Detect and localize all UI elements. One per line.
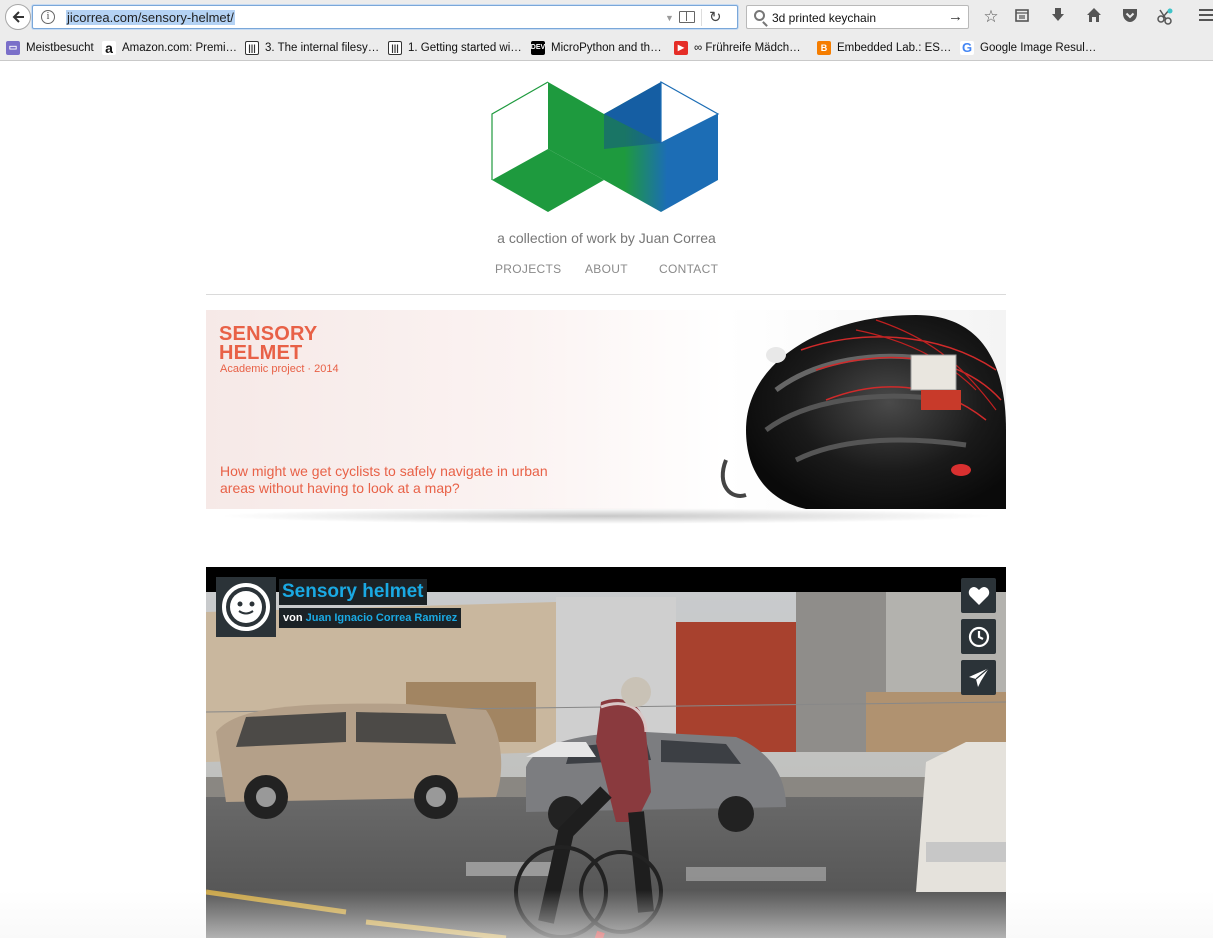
- hero-subtitle: Academic project · 2014: [220, 363, 339, 375]
- extension-icon[interactable]: [1155, 7, 1175, 27]
- url-text[interactable]: jicorrea.com/sensory-helmet/: [66, 10, 235, 25]
- project-hero-banner: SENSORY HELMET Academic project · 2014 H…: [206, 310, 1006, 509]
- star-icon[interactable]: ☆: [981, 7, 1001, 27]
- url-separator: [701, 9, 702, 26]
- menu-icon[interactable]: [1196, 7, 1213, 27]
- back-arrow-icon: [12, 11, 24, 23]
- blogger-icon: B: [817, 40, 831, 55]
- history-dropdown-icon[interactable]: ▼: [665, 13, 674, 23]
- search-icon: [754, 10, 765, 21]
- share-button[interactable]: [961, 660, 996, 695]
- search-go-icon[interactable]: →: [948, 8, 963, 25]
- bookmark-amazon[interactable]: a Amazon.com: Premi…: [102, 39, 237, 56]
- paper-plane-icon: [968, 667, 989, 687]
- bookmark-label: ∞ Frühreife Mädch…: [694, 41, 801, 54]
- bookmark-google-image[interactable]: G Google Image Resul…: [960, 39, 1096, 56]
- hero-shadow: [216, 508, 996, 524]
- like-button[interactable]: [961, 578, 996, 613]
- folder-icon: ▭: [6, 40, 20, 55]
- avatar-face-icon: [222, 583, 270, 631]
- page-content: a collection of work by Juan Correa PROJ…: [0, 62, 1213, 938]
- page-icon: |||: [245, 40, 259, 55]
- clock-icon: [968, 626, 989, 647]
- info-icon[interactable]: i: [41, 10, 55, 24]
- nav-projects[interactable]: PROJECTS: [495, 262, 561, 276]
- bookmark-youtube[interactable]: ▶ ∞ Frühreife Mädch…: [674, 39, 801, 56]
- google-icon: G: [960, 40, 974, 55]
- heart-icon: [968, 586, 989, 605]
- byline-prefix: von: [283, 612, 303, 624]
- dev-icon: DEV: [531, 40, 545, 55]
- bookmark-label: Meistbesucht: [26, 41, 94, 54]
- amazon-icon: a: [102, 40, 116, 56]
- bookmark-label: Embedded Lab.: ES…: [837, 41, 952, 54]
- hero-title: SENSORY HELMET: [219, 324, 317, 364]
- home-icon[interactable]: [1084, 7, 1104, 27]
- pocket-icon[interactable]: [1120, 7, 1140, 27]
- video-byline: von Juan Ignacio Correa Ramirez: [279, 608, 462, 628]
- reload-icon[interactable]: ↻: [709, 8, 722, 26]
- bookmark-getting-started[interactable]: ||| 1. Getting started wi…: [388, 39, 522, 56]
- site-logo[interactable]: [491, 81, 721, 213]
- bookmark-label: 1. Getting started wi…: [408, 41, 522, 54]
- bookmark-label: MicroPython and th…: [551, 41, 662, 54]
- download-icon[interactable]: [1048, 7, 1068, 27]
- browser-toolbar: i jicorrea.com/sensory-helmet/ ▼ ↻ 3d pr…: [0, 0, 1213, 34]
- video-title[interactable]: Sensory helmet: [279, 579, 427, 605]
- hero-question: How might we get cyclists to safely navi…: [220, 463, 548, 496]
- bookmark-embedded-lab[interactable]: B Embedded Lab.: ES…: [817, 39, 951, 56]
- reader-view-icon[interactable]: [679, 11, 695, 23]
- site-tagline: a collection of work by Juan Correa: [497, 230, 716, 246]
- bookmark-label: Amazon.com: Premi…: [122, 41, 238, 54]
- uploader-avatar[interactable]: [216, 577, 276, 637]
- search-input[interactable]: 3d printed keychain: [772, 11, 876, 25]
- bookmark-micropython[interactable]: DEV MicroPython and th…: [531, 39, 662, 56]
- bookmark-meistbesucht[interactable]: ▭ Meistbesucht: [6, 39, 94, 56]
- video-author-link[interactable]: Juan Ignacio Correa Ramirez: [306, 612, 458, 624]
- reading-list-icon[interactable]: [1012, 7, 1032, 27]
- header-divider: [206, 294, 1006, 295]
- helmet-image: [720, 315, 1006, 509]
- video-frame: [206, 592, 1006, 938]
- youtube-icon: ▶: [674, 40, 688, 55]
- nav-contact[interactable]: CONTACT: [659, 262, 718, 276]
- search-bar[interactable]: 3d printed keychain →: [746, 5, 969, 29]
- bookmark-label: 3. The internal filesy…: [265, 41, 380, 54]
- hero-title-line2: HELMET: [219, 342, 303, 364]
- address-bar[interactable]: i jicorrea.com/sensory-helmet/ ▼ ↻: [32, 5, 738, 29]
- back-button[interactable]: [5, 4, 31, 30]
- bookmarks-bar: ▭ Meistbesucht a Amazon.com: Premi… ||| …: [0, 34, 1213, 61]
- video-player[interactable]: Sensory helmet von Juan Ignacio Correa R…: [206, 567, 1006, 938]
- watch-later-button[interactable]: [961, 619, 996, 654]
- nav-about[interactable]: ABOUT: [585, 262, 628, 276]
- bookmark-internal-filesystem[interactable]: ||| 3. The internal filesy…: [245, 39, 379, 56]
- page-icon: |||: [388, 40, 402, 55]
- bookmark-label: Google Image Resul…: [980, 41, 1097, 54]
